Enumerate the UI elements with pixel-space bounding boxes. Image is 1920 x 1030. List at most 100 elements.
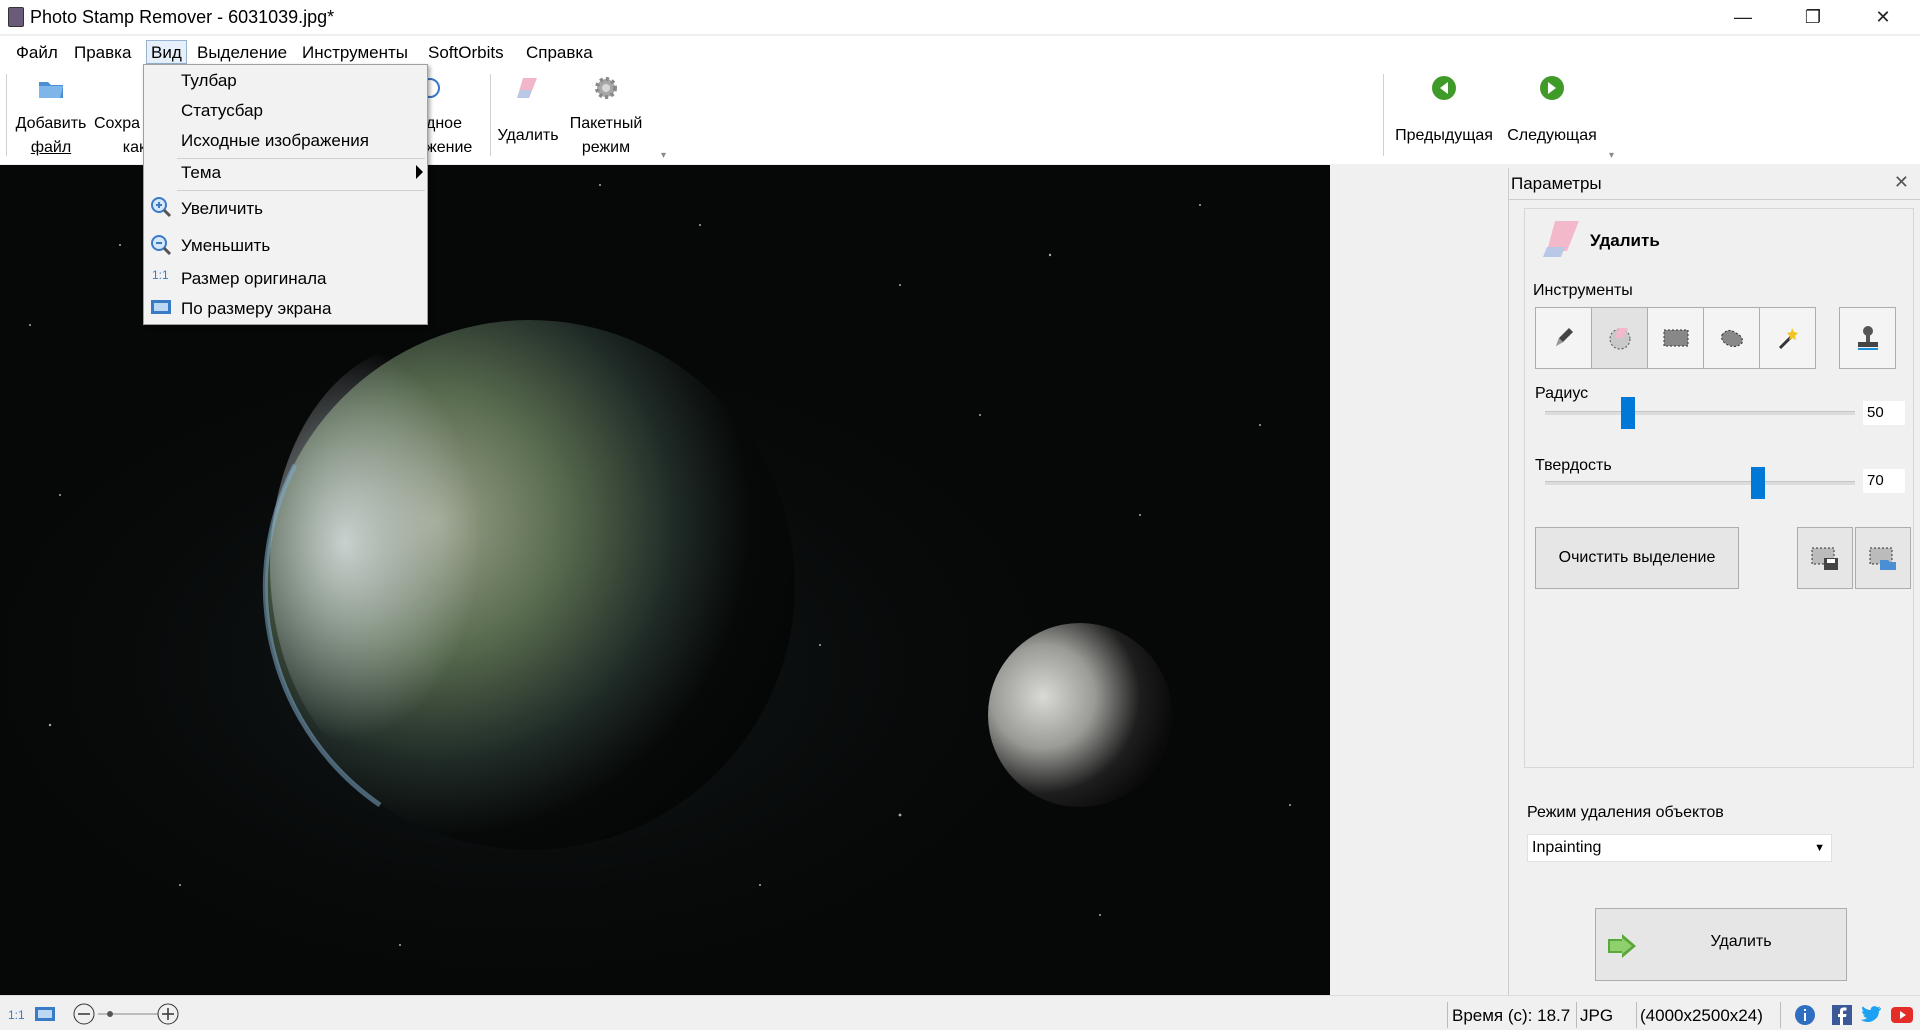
status-separator-3 bbox=[1636, 1002, 1637, 1028]
close-button[interactable]: ✕ bbox=[1848, 0, 1918, 34]
title-bar: Photo Stamp Remover - 6031039.jpg* — ❐ ✕ bbox=[0, 0, 1920, 34]
toolbar-grip bbox=[6, 74, 7, 156]
clear-selection-button[interactable]: Очистить выделение bbox=[1535, 527, 1739, 589]
hardness-slider-thumb[interactable] bbox=[1751, 467, 1765, 499]
menu-item-source-images[interactable]: Исходные изображения bbox=[177, 127, 427, 155]
menu-help[interactable]: Справка bbox=[522, 41, 597, 65]
tools-label: Инструменты bbox=[1533, 282, 1633, 299]
eraser-tool-button[interactable] bbox=[1591, 307, 1648, 369]
menu-tools[interactable]: Инструменты bbox=[298, 41, 412, 65]
original-image-label: дное bbox=[426, 115, 462, 132]
radius-slider-track[interactable] bbox=[1545, 411, 1855, 415]
status-separator-2 bbox=[1576, 1002, 1577, 1028]
menu-separator-2 bbox=[177, 190, 425, 191]
menu-item-toolbar[interactable]: Тулбар bbox=[177, 67, 427, 95]
zoom-out-icon bbox=[151, 235, 172, 256]
save-selection-button[interactable] bbox=[1797, 527, 1853, 589]
lasso-tool-button[interactable] bbox=[1703, 307, 1760, 369]
eraser-icon bbox=[517, 78, 537, 98]
fit-screen-icon[interactable] bbox=[34, 1005, 56, 1023]
panel-close-icon[interactable]: ✕ bbox=[1894, 172, 1909, 193]
app-icon bbox=[8, 7, 24, 27]
gear-icon bbox=[595, 77, 617, 99]
menu-item-original-size[interactable]: Размер оригинала bbox=[177, 265, 427, 293]
status-bar: 1:1 Время (с): 18.7 JPG (4000x2500x24) bbox=[0, 995, 1920, 1030]
hardness-slider-track[interactable] bbox=[1545, 481, 1855, 485]
menu-softorbits[interactable]: SoftOrbits bbox=[424, 41, 508, 65]
status-separator-4 bbox=[1780, 1002, 1781, 1028]
toolbar-overflow-arrow-2[interactable]: ▾ bbox=[1609, 150, 1614, 161]
original-image-button[interactable]: дное жение bbox=[426, 74, 486, 160]
previous-button[interactable]: Предыдущая bbox=[1388, 74, 1500, 148]
minimize-button[interactable]: — bbox=[1708, 0, 1778, 34]
magic-wand-icon bbox=[1778, 328, 1798, 350]
menu-item-zoom-out[interactable]: Уменьшить bbox=[177, 232, 427, 260]
radius-label: Радиус bbox=[1535, 385, 1589, 402]
radius-slider-thumb[interactable] bbox=[1621, 397, 1635, 429]
menu-selection[interactable]: Выделение bbox=[193, 41, 291, 65]
previous-label: Предыдущая bbox=[1395, 127, 1493, 144]
zoom-slider[interactable] bbox=[70, 1002, 180, 1026]
save-label: Сохра bbox=[94, 115, 141, 132]
menu-item-zoom-in[interactable]: Увеличить bbox=[177, 195, 427, 223]
facebook-icon[interactable] bbox=[1832, 1005, 1852, 1025]
stamp-icon bbox=[1857, 326, 1878, 350]
magic-wand-tool-button[interactable] bbox=[1759, 307, 1816, 369]
removal-mode-select[interactable]: Inpainting ▼ bbox=[1527, 834, 1832, 862]
next-button[interactable]: Следующая bbox=[1500, 74, 1604, 148]
save-as-button[interactable]: Сохра как bbox=[94, 74, 146, 160]
youtube-icon[interactable] bbox=[1890, 1005, 1914, 1025]
menu-edit[interactable]: Правка bbox=[70, 41, 135, 65]
zoom-icon bbox=[426, 78, 440, 98]
removal-mode-value: Inpainting bbox=[1532, 839, 1602, 856]
add-file-button[interactable]: Добавить файл bbox=[10, 74, 92, 160]
green-arrow-right-icon bbox=[1540, 76, 1564, 100]
hardness-value[interactable]: 70 bbox=[1863, 469, 1905, 493]
eraser-icon bbox=[1543, 221, 1579, 257]
restore-button[interactable]: ❐ bbox=[1778, 0, 1848, 34]
original-size-icon: 1:1 bbox=[152, 268, 169, 282]
image-format: JPG bbox=[1580, 1006, 1614, 1025]
menu-file[interactable]: Файл bbox=[12, 41, 62, 65]
info-icon[interactable] bbox=[1794, 1004, 1816, 1026]
green-arrow-left-icon bbox=[1432, 76, 1456, 100]
delete-toolbar-button[interactable]: Удалить bbox=[492, 74, 564, 148]
menu-item-statusbar[interactable]: Статусбар bbox=[177, 97, 427, 125]
zoom-in-icon bbox=[151, 197, 172, 218]
actual-size-button[interactable]: 1:1 bbox=[8, 1008, 25, 1022]
menu-item-theme[interactable]: Тема bbox=[177, 159, 427, 187]
menu-view[interactable]: Вид bbox=[146, 40, 187, 64]
batch-mode-button[interactable]: Пакетный режим bbox=[564, 74, 648, 160]
submenu-arrow-icon bbox=[416, 165, 423, 179]
canvas-margin bbox=[1330, 165, 1505, 995]
rect-select-tool-button[interactable] bbox=[1647, 307, 1704, 369]
status-separator bbox=[1447, 1002, 1448, 1028]
radius-value[interactable]: 50 bbox=[1863, 401, 1905, 425]
pencil-tool-button[interactable] bbox=[1535, 307, 1592, 369]
tool-settings-group: Удалить Инструменты Радиус 50 Твердость … bbox=[1524, 208, 1914, 768]
delete-button-label: Удалить bbox=[1710, 933, 1772, 950]
window-title: Photo Stamp Remover - 6031039.jpg* bbox=[30, 7, 335, 27]
lasso-icon bbox=[1720, 329, 1743, 348]
toolbar-separator bbox=[490, 74, 491, 156]
panel-header: Параметры ✕ bbox=[1509, 168, 1920, 200]
load-selection-button[interactable] bbox=[1855, 527, 1911, 589]
menu-item-fit-screen[interactable]: По размеру экрана bbox=[177, 295, 427, 323]
fit-screen-icon bbox=[151, 300, 171, 314]
view-menu-dropdown: Тулбар Статусбар Исходные изображения Те… bbox=[143, 64, 428, 325]
lasso-eraser-icon bbox=[1609, 328, 1630, 350]
stamp-tool-button[interactable] bbox=[1839, 307, 1896, 369]
batch-mode-label-2: режим bbox=[581, 139, 631, 156]
save-label-2: как bbox=[122, 139, 146, 156]
add-file-label: Добавить bbox=[15, 115, 87, 132]
delete-button[interactable]: Удалить bbox=[1595, 908, 1847, 981]
load-selection-icon bbox=[1869, 547, 1896, 570]
processing-time: Время (с): 18.7 bbox=[1452, 1006, 1571, 1025]
pencil-icon bbox=[1555, 328, 1573, 346]
removal-mode-label: Режим удаления объектов bbox=[1527, 804, 1724, 821]
toolbar-overflow-arrow[interactable]: ▾ bbox=[661, 150, 666, 161]
chevron-down-icon: ▼ bbox=[1814, 842, 1825, 854]
twitter-icon[interactable] bbox=[1860, 1005, 1882, 1025]
toolbar-separator-2 bbox=[1383, 74, 1384, 156]
delete-toolbar-label: Удалить bbox=[497, 127, 559, 144]
